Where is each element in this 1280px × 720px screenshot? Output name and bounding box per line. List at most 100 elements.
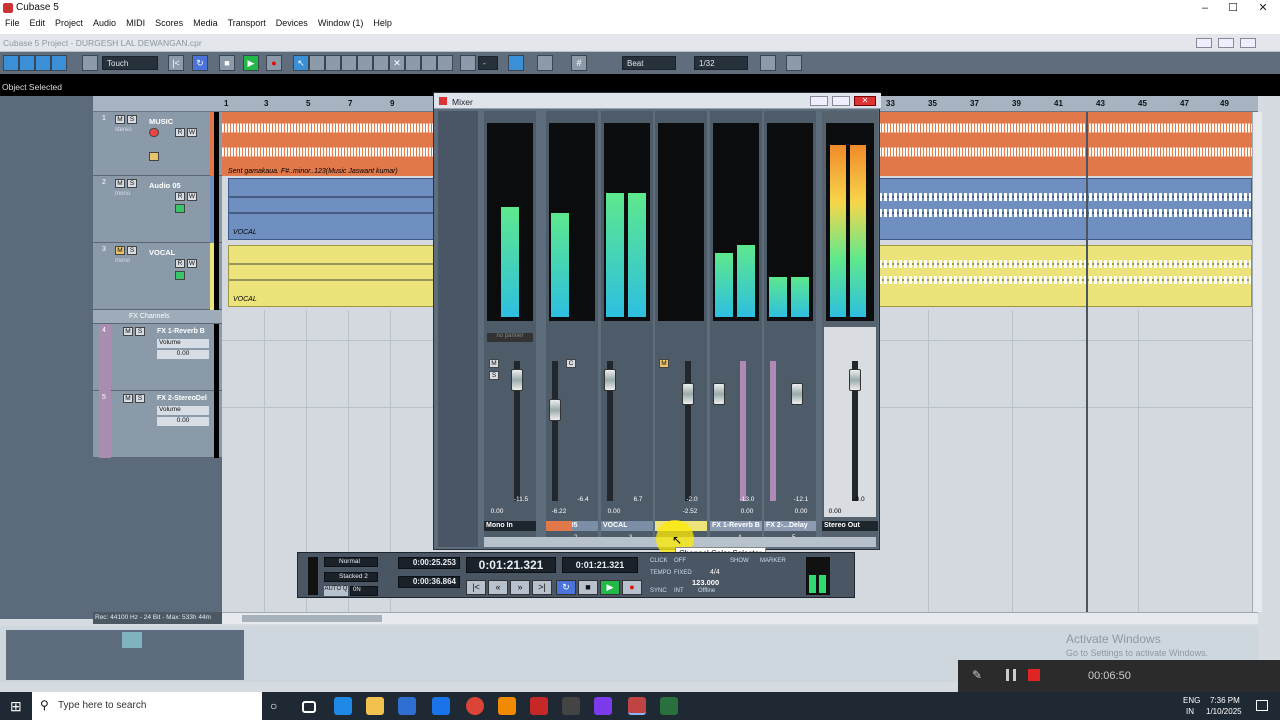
nudge-icon[interactable] bbox=[460, 55, 476, 71]
play-button[interactable]: ▶ bbox=[600, 580, 620, 595]
channel-name[interactable]: Mono In bbox=[484, 521, 536, 531]
volume-fader[interactable] bbox=[682, 383, 694, 405]
panner[interactable]: no panner bbox=[487, 333, 533, 342]
tempo-value[interactable]: 123.000 bbox=[692, 578, 719, 587]
channel-name[interactable]: Stereo Out bbox=[822, 521, 878, 531]
recorder-app-icon[interactable] bbox=[530, 697, 548, 715]
mixer-minimize-button[interactable] bbox=[810, 96, 828, 106]
project-restore-button[interactable] bbox=[1218, 38, 1234, 48]
mixer-close-button[interactable]: ✕ bbox=[854, 96, 876, 106]
split-tool-icon[interactable] bbox=[325, 55, 341, 71]
cycle-button[interactable]: ↻ bbox=[556, 580, 576, 595]
write-automation-button[interactable]: W bbox=[187, 128, 197, 137]
track-row[interactable]: 3 M S VOCAL mono R W bbox=[93, 243, 222, 310]
menu-project[interactable]: Project bbox=[50, 16, 88, 30]
mute-tool-icon[interactable]: ✕ bbox=[389, 55, 405, 71]
pen-icon[interactable]: ✎ bbox=[972, 668, 982, 682]
channel-name[interactable]: FX 2-...Delay bbox=[764, 521, 816, 531]
play-button[interactable]: ▶ bbox=[243, 55, 259, 71]
write-automation-button[interactable]: W bbox=[187, 192, 197, 201]
mute-button[interactable]: M bbox=[489, 359, 499, 368]
fx-track-row[interactable]: 5 M S FX 2-StereoDel Volume 0.00 bbox=[93, 391, 222, 458]
minimize-button[interactable]: – bbox=[1190, 0, 1220, 16]
menu-help[interactable]: Help bbox=[368, 16, 397, 30]
clock-date[interactable]: 1/10/2025 bbox=[1206, 707, 1242, 716]
master-fader[interactable] bbox=[849, 369, 861, 391]
file-explorer-icon[interactable] bbox=[366, 697, 384, 715]
task-view-icon[interactable] bbox=[302, 701, 316, 713]
activate-project-button[interactable] bbox=[3, 55, 19, 71]
color-palette-icon[interactable] bbox=[786, 55, 802, 71]
stop-record-icon[interactable] bbox=[1028, 669, 1040, 681]
auto-quantize-button[interactable]: AUTO Q bbox=[324, 586, 348, 596]
tempo-label[interactable]: TEMPO bbox=[650, 570, 671, 576]
stop-button[interactable]: ■ bbox=[578, 580, 598, 595]
lock-icon[interactable] bbox=[149, 152, 159, 161]
secondary-time-display[interactable]: 0:01:21.321 bbox=[562, 557, 638, 573]
pause-icon[interactable] bbox=[1006, 669, 1016, 681]
record-button[interactable]: ● bbox=[266, 55, 282, 71]
click-label[interactable]: CLICK bbox=[650, 558, 668, 564]
volume-fader[interactable] bbox=[713, 383, 725, 405]
show-inspector-button[interactable] bbox=[35, 55, 51, 71]
menu-edit[interactable]: Edit bbox=[25, 16, 51, 30]
snap-zero-crossing-button[interactable] bbox=[537, 55, 553, 71]
menu-midi[interactable]: MIDI bbox=[121, 16, 150, 30]
automation-icon[interactable] bbox=[82, 55, 98, 71]
volume-fader[interactable] bbox=[791, 383, 803, 405]
volume-fader[interactable] bbox=[549, 399, 561, 421]
read-automation-button[interactable]: R bbox=[175, 192, 185, 201]
clock-time[interactable]: 7:36 PM bbox=[1210, 696, 1240, 705]
go-to-start-button[interactable]: |< bbox=[168, 55, 184, 71]
menu-window[interactable]: Window (1) bbox=[313, 16, 369, 30]
record-enable-button[interactable] bbox=[149, 128, 159, 137]
object-selection-tool-icon[interactable]: ↖ bbox=[293, 55, 309, 71]
fx-channels-folder[interactable]: FX Channels bbox=[93, 310, 222, 324]
volume-value[interactable]: 0.00 bbox=[603, 508, 625, 515]
time-warp-tool-icon[interactable] bbox=[405, 55, 421, 71]
monitor-button[interactable] bbox=[175, 204, 185, 213]
edge-icon[interactable] bbox=[334, 697, 352, 715]
primary-time-display[interactable]: 0:01:21.321 bbox=[466, 557, 556, 573]
quantize-select[interactable]: 1/32 bbox=[694, 56, 748, 70]
app-icon[interactable] bbox=[660, 697, 678, 715]
solo-button[interactable]: S bbox=[135, 327, 145, 336]
solo-button[interactable]: S bbox=[127, 179, 137, 188]
stop-button[interactable]: ■ bbox=[219, 55, 235, 71]
solo-button[interactable]: S bbox=[127, 115, 137, 124]
close-button[interactable]: ✕ bbox=[1248, 0, 1278, 16]
maximize-button[interactable]: ☐ bbox=[1218, 0, 1248, 16]
volume-fader[interactable] bbox=[511, 369, 523, 391]
vertical-scrollbar[interactable] bbox=[1252, 112, 1262, 612]
monitor-button[interactable] bbox=[175, 271, 185, 280]
read-automation-button[interactable]: R bbox=[175, 259, 185, 268]
sync-label[interactable]: SYNC bbox=[650, 588, 667, 594]
vlc-icon[interactable] bbox=[498, 697, 516, 715]
record-button[interactable]: ● bbox=[622, 580, 642, 595]
picsart-icon[interactable] bbox=[594, 697, 612, 715]
menu-media[interactable]: Media bbox=[188, 16, 223, 30]
line-tool-icon[interactable] bbox=[437, 55, 453, 71]
go-to-end-button[interactable]: >| bbox=[532, 580, 552, 595]
volume-value[interactable]: -6.22 bbox=[548, 508, 570, 515]
left-locator[interactable]: 0:00:25.253 bbox=[398, 557, 460, 569]
forward-button[interactable]: » bbox=[510, 580, 530, 595]
track-row[interactable]: 1 M S MUSIC stereo R W bbox=[93, 112, 222, 176]
read-automation-button[interactable]: R bbox=[175, 128, 185, 137]
show-markers-button[interactable]: SHOW bbox=[730, 558, 749, 564]
mute-button[interactable]: M bbox=[659, 359, 669, 368]
autoscroll-button[interactable] bbox=[508, 55, 524, 71]
notification-icon[interactable] bbox=[1256, 700, 1268, 711]
project-cursor[interactable] bbox=[1086, 112, 1088, 612]
quantize-icon[interactable] bbox=[760, 55, 776, 71]
windows-start-icon[interactable]: ⊞ bbox=[10, 699, 22, 713]
write-automation-button[interactable]: W bbox=[187, 259, 197, 268]
erase-tool-icon[interactable] bbox=[357, 55, 373, 71]
snap-type-select[interactable]: Beat bbox=[622, 56, 676, 70]
volume-value[interactable]: 0.00 bbox=[486, 508, 508, 515]
volume-value[interactable]: -2.52 bbox=[679, 508, 701, 515]
taskbar-search-box[interactable]: ⚲ Type here to search bbox=[32, 692, 262, 720]
mail-icon[interactable] bbox=[432, 697, 450, 715]
record-mode-select[interactable]: Normal bbox=[324, 557, 378, 567]
zoom-tool-icon[interactable] bbox=[373, 55, 389, 71]
